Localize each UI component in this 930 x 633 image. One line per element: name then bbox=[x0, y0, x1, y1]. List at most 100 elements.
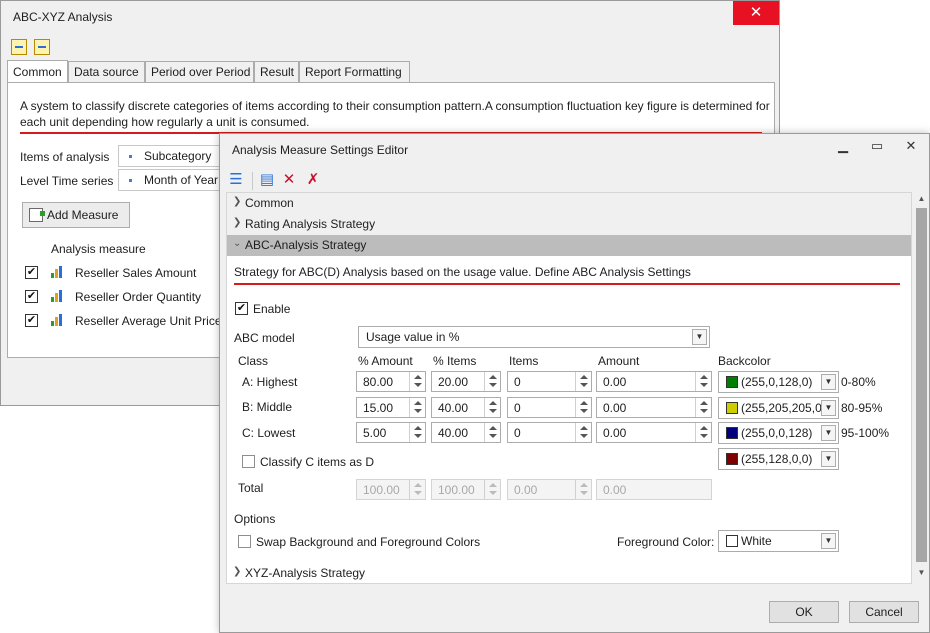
total-amount: 0.00 bbox=[596, 479, 712, 500]
import-icon[interactable] bbox=[11, 39, 27, 55]
spin-arrows-icon bbox=[409, 480, 425, 499]
color-swatch bbox=[726, 376, 738, 388]
level-time-series-label: Level Time series bbox=[20, 174, 114, 188]
scroll-thumb[interactable] bbox=[916, 208, 927, 562]
calculated-measure-icon bbox=[51, 314, 63, 326]
backcolor-c-dropdown[interactable]: (255,0,0,128) ▼ bbox=[718, 422, 839, 444]
bullet-icon bbox=[129, 155, 132, 159]
list-icon[interactable]: ☰ bbox=[228, 172, 244, 188]
amount-b[interactable]: 0.00 bbox=[596, 397, 712, 418]
vertical-scrollbar[interactable]: ▲ ▼ bbox=[913, 192, 929, 584]
section-xyz-analysis[interactable]: ❯ XYZ-Analysis Strategy bbox=[227, 563, 911, 583]
color-swatch bbox=[726, 453, 738, 465]
close-button[interactable]: ✕ bbox=[733, 1, 779, 25]
amount-a[interactable]: 0.00 bbox=[596, 371, 712, 392]
items-b[interactable]: 0 bbox=[507, 397, 592, 418]
col-class: Class bbox=[238, 354, 269, 368]
chevron-right-icon: ❯ bbox=[233, 196, 242, 207]
minimize-button[interactable]: ▁ bbox=[831, 138, 855, 156]
spin-arrows-icon[interactable] bbox=[695, 423, 711, 442]
tab-period-over-period[interactable]: Period over Period bbox=[145, 61, 254, 83]
measure-label-order-quantity: Reseller Order Quantity bbox=[75, 290, 202, 304]
settings-content: ❯ Common ❯ Rating Analysis Strategy ⌄ ABC-A… bbox=[226, 192, 912, 584]
enable-label: Enable bbox=[253, 302, 291, 316]
abc-model-label: ABC model bbox=[234, 331, 295, 345]
pct-items-a[interactable]: 20.00 bbox=[431, 371, 501, 392]
total-pct-items: 100.00 bbox=[431, 479, 501, 500]
editor-title: Analysis Measure Settings Editor bbox=[232, 143, 409, 157]
abc-model-dropdown[interactable]: Usage value in % ▼ bbox=[358, 326, 710, 348]
color-swatch bbox=[726, 535, 738, 547]
classify-c-as-d-checkbox[interactable] bbox=[242, 455, 255, 468]
items-of-analysis-label: Items of analysis bbox=[20, 150, 110, 164]
chevron-down-icon: ▼ bbox=[821, 400, 836, 416]
close-icon: ✕ bbox=[749, 4, 763, 21]
color-swatch bbox=[726, 427, 738, 439]
tab-result[interactable]: Result bbox=[254, 61, 299, 83]
spin-arrows-icon bbox=[575, 480, 591, 499]
pct-items-b[interactable]: 40.00 bbox=[431, 397, 501, 418]
spin-arrows-icon[interactable] bbox=[484, 372, 500, 391]
pct-amount-b[interactable]: 15.00 bbox=[356, 397, 426, 418]
bar-chart-icon bbox=[51, 290, 63, 302]
close-icon: ✕ bbox=[905, 138, 917, 153]
spin-arrows-icon[interactable] bbox=[575, 398, 591, 417]
total-pct-amount: 100.00 bbox=[356, 479, 426, 500]
spin-arrows-icon[interactable] bbox=[484, 423, 500, 442]
swap-colors-label: Swap Background and Foreground Colors bbox=[256, 535, 481, 549]
items-c[interactable]: 0 bbox=[507, 422, 592, 443]
export-icon[interactable] bbox=[34, 39, 50, 55]
foreground-color-dropdown[interactable]: White ▼ bbox=[718, 530, 839, 552]
enable-checkbox[interactable]: ✔ bbox=[235, 302, 248, 315]
pct-amount-a[interactable]: 80.00 bbox=[356, 371, 426, 392]
tab-common[interactable]: Common bbox=[7, 60, 68, 83]
col-pct-items: % Items bbox=[433, 354, 477, 368]
section-common[interactable]: ❯ Common bbox=[227, 193, 911, 214]
spin-arrows-icon[interactable] bbox=[575, 423, 591, 442]
add-item-icon[interactable]: ▤ bbox=[259, 172, 275, 188]
pct-items-c[interactable]: 40.00 bbox=[431, 422, 501, 443]
items-of-analysis-combo[interactable]: Subcategory bbox=[118, 145, 228, 167]
swap-colors-checkbox[interactable] bbox=[238, 535, 251, 548]
maximize-icon: ▭ bbox=[870, 138, 884, 153]
backcolor-d-dropdown[interactable]: (255,128,0,0) ▼ bbox=[718, 448, 839, 470]
measure-checkbox-average-unit-price[interactable]: ✔ bbox=[25, 314, 38, 327]
chevron-down-icon: ▼ bbox=[821, 451, 836, 467]
amount-c[interactable]: 0.00 bbox=[596, 422, 712, 443]
spin-arrows-icon[interactable] bbox=[575, 372, 591, 391]
maximize-button[interactable]: ▭ bbox=[865, 138, 889, 156]
class-a-label: A: Highest bbox=[242, 375, 298, 389]
analysis-description: A system to classify discrete categories… bbox=[20, 99, 770, 129]
analysis-measure-header: Analysis measure bbox=[51, 242, 146, 256]
class-b-label: B: Middle bbox=[242, 400, 293, 414]
scroll-up-icon[interactable]: ▲ bbox=[916, 194, 927, 206]
tab-data-source[interactable]: Data source bbox=[68, 61, 145, 83]
chevron-right-icon: ❯ bbox=[233, 566, 242, 577]
delete-icon[interactable]: ✕ bbox=[281, 172, 297, 188]
section-rating-analysis[interactable]: ❯ Rating Analysis Strategy bbox=[227, 214, 911, 235]
spin-arrows-icon[interactable] bbox=[695, 372, 711, 391]
close-button[interactable]: ✕ bbox=[899, 138, 923, 156]
measure-checkbox-sales-amount[interactable]: ✔ bbox=[25, 266, 38, 279]
chevron-right-icon: ❯ bbox=[233, 217, 242, 228]
spin-arrows-icon[interactable] bbox=[695, 398, 711, 417]
backcolor-a-dropdown[interactable]: (255,0,128,0) ▼ bbox=[718, 371, 839, 393]
spin-arrows-icon[interactable] bbox=[484, 398, 500, 417]
section-abc-analysis[interactable]: ⌄ ABC-Analysis Strategy bbox=[227, 235, 911, 256]
items-a[interactable]: 0 bbox=[507, 371, 592, 392]
tab-report-formatting[interactable]: Report Formatting bbox=[299, 61, 410, 83]
cancel-button[interactable]: Cancel bbox=[849, 601, 919, 623]
add-measure-button[interactable]: Add Measure bbox=[22, 202, 130, 228]
level-time-series-combo[interactable]: Month of Year bbox=[118, 169, 228, 191]
scroll-down-icon[interactable]: ▼ bbox=[916, 568, 927, 580]
spin-arrows-icon[interactable] bbox=[409, 398, 425, 417]
class-c-label: C: Lowest bbox=[242, 426, 296, 440]
pct-amount-c[interactable]: 5.00 bbox=[356, 422, 426, 443]
spin-arrows-icon[interactable] bbox=[409, 423, 425, 442]
delete-all-icon[interactable]: ✗ bbox=[305, 172, 321, 188]
bullet-icon bbox=[129, 179, 132, 183]
backcolor-b-dropdown[interactable]: (255,205,205,0) ▼ bbox=[718, 397, 839, 419]
ok-button[interactable]: OK bbox=[769, 601, 839, 623]
spin-arrows-icon[interactable] bbox=[409, 372, 425, 391]
measure-checkbox-order-quantity[interactable]: ✔ bbox=[25, 290, 38, 303]
